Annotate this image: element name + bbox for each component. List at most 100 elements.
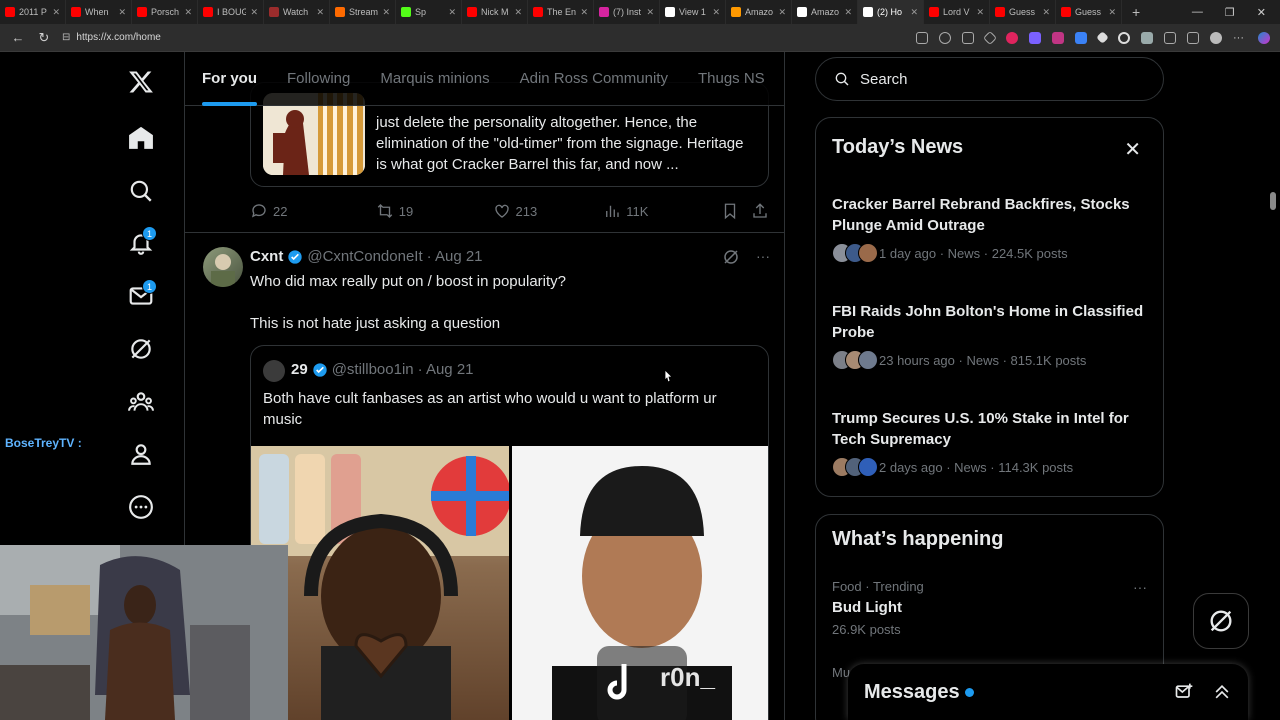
browser-tab[interactable]: When ✕: [66, 0, 132, 24]
browser-tab[interactable]: Lord V ✕: [924, 0, 990, 24]
extensions-puzzle-icon[interactable]: [1141, 31, 1153, 44]
nav-explore[interactable]: [115, 171, 167, 211]
extension-blue-icon[interactable]: [1075, 31, 1087, 44]
tab-close-icon[interactable]: ✕: [316, 7, 324, 18]
quoted-avatar[interactable]: [263, 360, 285, 382]
extension-pink-icon[interactable]: [1052, 31, 1064, 44]
grok-explain-icon[interactable]: [722, 248, 740, 266]
tab-close-icon[interactable]: ✕: [1042, 7, 1050, 18]
browser-tab[interactable]: Guess ✕: [990, 0, 1056, 24]
author-name[interactable]: Cxnt: [250, 248, 283, 265]
bookmark-button[interactable]: [721, 202, 751, 220]
new-tab-button[interactable]: +: [1122, 4, 1150, 20]
post-date[interactable]: · Aug 21: [427, 248, 483, 265]
avatar[interactable]: [203, 247, 243, 287]
tab-close-icon[interactable]: ✕: [514, 7, 522, 18]
tab-close-icon[interactable]: ✕: [184, 7, 192, 18]
tab-close-icon[interactable]: ✕: [712, 7, 720, 18]
extension-sync-icon[interactable]: [1118, 31, 1130, 44]
extension-red-icon[interactable]: [1006, 31, 1018, 44]
copilot-icon[interactable]: [1258, 31, 1270, 44]
back-icon[interactable]: ←: [10, 30, 26, 45]
tab-close-icon[interactable]: ✕: [448, 7, 456, 18]
tab-marquis-minions[interactable]: Marquis minions: [380, 52, 489, 106]
profile-avatar[interactable]: [1210, 31, 1222, 44]
browser-tab[interactable]: (2) Ho ✕: [858, 0, 924, 24]
more-options-icon[interactable]: ···: [756, 248, 770, 266]
tab-close-icon[interactable]: ✕: [382, 7, 390, 18]
quoted-image-right[interactable]: r0n_: [512, 446, 768, 720]
quoted-post[interactable]: 29 @stillboo1in · Aug 21 Both have cult …: [250, 345, 769, 720]
browser-tab[interactable]: Guess ✕: [1056, 0, 1122, 24]
views-button[interactable]: 11K: [603, 202, 721, 220]
site-info-icon[interactable]: ⊟: [62, 32, 70, 43]
grok-floating-button[interactable]: [1193, 593, 1249, 649]
browser-tab[interactable]: Stream ✕: [330, 0, 396, 24]
like-button[interactable]: 213: [493, 202, 604, 220]
tab-thugs-ns[interactable]: Thugs NS: [698, 52, 765, 106]
x-logo-link[interactable]: [115, 62, 167, 102]
browser-menu-icon[interactable]: ···: [1233, 32, 1247, 44]
author-handle[interactable]: @CxntCondoneIt: [307, 248, 422, 265]
chevron-up-icon[interactable]: [1212, 682, 1232, 702]
new-message-icon[interactable]: [1174, 682, 1194, 702]
quoted-image-left[interactable]: [251, 446, 509, 720]
close-icon[interactable]: ✕: [1124, 137, 1141, 162]
browser-tab[interactable]: I BOUG ✕: [198, 0, 264, 24]
tab-close-icon[interactable]: ✕: [646, 7, 654, 18]
minimize-icon[interactable]: —: [1192, 6, 1203, 19]
browser-tab[interactable]: Porsch ✕: [132, 0, 198, 24]
reply-button[interactable]: 22: [250, 202, 376, 220]
repost-button[interactable]: 19: [376, 202, 493, 220]
reload-icon[interactable]: ↻: [36, 30, 52, 46]
tab-close-icon[interactable]: ✕: [118, 7, 126, 18]
page-scrollbar[interactable]: [1266, 52, 1280, 720]
close-window-icon[interactable]: ✕: [1257, 6, 1266, 19]
tab-close-icon[interactable]: ✕: [250, 7, 258, 18]
nav-more[interactable]: [115, 487, 167, 527]
extension-purple-icon[interactable]: [1029, 31, 1041, 44]
quoted-author-name[interactable]: 29: [291, 361, 308, 378]
browser-tab[interactable]: View 1 ✕: [660, 0, 726, 24]
favorite-star-icon[interactable]: [982, 30, 998, 45]
tab-close-icon[interactable]: ✕: [910, 7, 918, 18]
search-input[interactable]: Search: [815, 57, 1164, 101]
trend-item[interactable]: Food · Trending Bud Light 26.9K posts: [832, 579, 924, 637]
nav-grok[interactable]: [115, 329, 167, 369]
tab-following[interactable]: Following: [287, 52, 350, 106]
browser-tab[interactable]: (7) Inst ✕: [594, 0, 660, 24]
nav-communities[interactable]: [115, 382, 167, 422]
browser-tab[interactable]: Nick M ✕: [462, 0, 528, 24]
read-aloud-icon[interactable]: [962, 31, 974, 44]
favorites-icon[interactable]: [1164, 31, 1176, 44]
url-field[interactable]: ⊟ https://x.com/home: [62, 32, 161, 43]
nav-profile[interactable]: [115, 434, 167, 474]
news-item[interactable]: FBI Raids John Bolton's Home in Classifi…: [832, 301, 1152, 370]
browser-tab[interactable]: Watch ✕: [264, 0, 330, 24]
messages-drawer[interactable]: Messages: [848, 664, 1248, 720]
nav-messages[interactable]: 1: [115, 276, 167, 316]
maximize-icon[interactable]: ❐: [1225, 6, 1235, 19]
scrollbar-thumb[interactable]: [1270, 192, 1276, 210]
news-item[interactable]: Cracker Barrel Rebrand Backfires, Stocks…: [832, 194, 1152, 263]
news-item[interactable]: Trump Secures U.S. 10% Stake in Intel fo…: [832, 408, 1152, 477]
browser-tab[interactable]: Amazo ✕: [792, 0, 858, 24]
tab-close-icon[interactable]: ✕: [1108, 7, 1116, 18]
browser-tab[interactable]: Amazo ✕: [726, 0, 792, 24]
nav-notifications[interactable]: 1: [115, 223, 167, 263]
more-options-icon[interactable]: ···: [1133, 579, 1147, 595]
extension-diamond-icon[interactable]: [1096, 31, 1109, 44]
tab-close-icon[interactable]: ✕: [778, 7, 786, 18]
browser-tab[interactable]: 2011 P ✕: [0, 0, 66, 24]
tab-close-icon[interactable]: ✕: [52, 7, 60, 18]
tab-close-icon[interactable]: ✕: [976, 7, 984, 18]
tab-close-icon[interactable]: ✕: [844, 7, 852, 18]
browser-tab[interactable]: Sp ✕: [396, 0, 462, 24]
tab-adin-ross-community[interactable]: Adin Ross Community: [520, 52, 668, 106]
tab-close-icon[interactable]: ✕: [580, 7, 588, 18]
collections-icon[interactable]: [1187, 31, 1199, 44]
nav-home[interactable]: [115, 118, 167, 158]
app-install-icon[interactable]: [916, 31, 928, 44]
zoom-icon[interactable]: [939, 31, 951, 44]
share-button[interactable]: [751, 202, 769, 220]
